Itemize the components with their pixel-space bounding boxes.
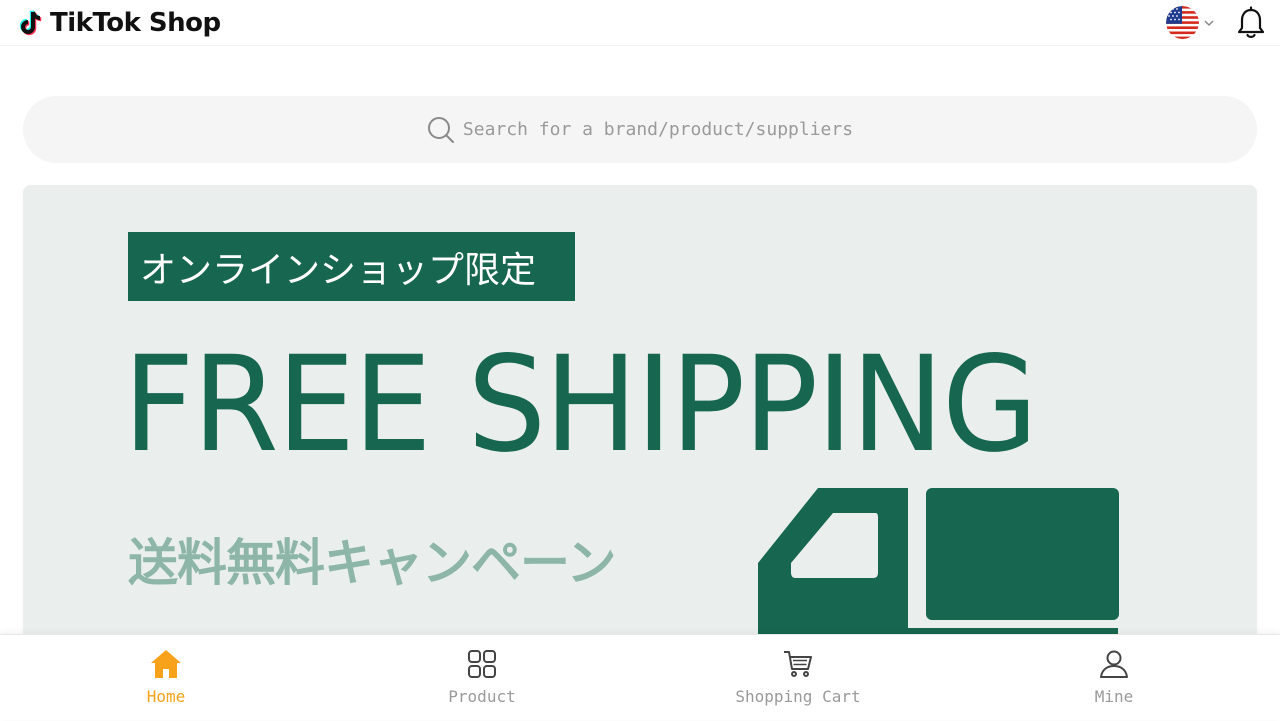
- promo-banner[interactable]: オンラインショップ限定 FREE SHIPPING 送料無料キャンペーン: [23, 185, 1257, 645]
- nav-label-product: Product: [448, 687, 516, 706]
- user-icon: [1100, 650, 1128, 678]
- nav-label-mine: Mine: [1094, 687, 1134, 706]
- nav-label-home: Home: [146, 687, 186, 706]
- search-icon: [427, 116, 454, 143]
- cart-icon: [784, 651, 812, 677]
- nav-item-home[interactable]: Home: [66, 635, 266, 721]
- search-bar[interactable]: Search for a brand/product/suppliers: [23, 96, 1257, 163]
- truck-icon: [758, 488, 1119, 645]
- nav-item-product[interactable]: Product: [382, 635, 582, 721]
- nav-item-mine[interactable]: Mine: [1014, 635, 1214, 721]
- tiktok-note-icon: [19, 10, 42, 36]
- logo-text: TikTok Shop: [50, 8, 221, 38]
- bottom-nav: Home Product Shopping Cart Mine: [0, 634, 1280, 720]
- us-flag-icon[interactable]: [1166, 6, 1199, 39]
- tiktok-shop-logo[interactable]: TikTok Shop: [18, 6, 221, 40]
- banner-subheadline: 送料無料キャンペーン: [128, 534, 616, 592]
- chevron-down-icon[interactable]: [1202, 16, 1216, 30]
- banner-headline: FREE SHIPPING: [123, 328, 1038, 482]
- nav-label-shopping-cart: Shopping Cart: [735, 687, 861, 706]
- banner-tag: オンラインショップ限定: [128, 232, 575, 301]
- home-icon: [151, 650, 181, 678]
- search-placeholder: Search for a brand/product/suppliers: [462, 119, 854, 140]
- nav-item-shopping-cart[interactable]: Shopping Cart: [698, 635, 898, 721]
- bell-icon[interactable]: [1235, 6, 1267, 40]
- grid-icon: [468, 650, 496, 678]
- top-bar: TikTok Shop: [0, 0, 1280, 46]
